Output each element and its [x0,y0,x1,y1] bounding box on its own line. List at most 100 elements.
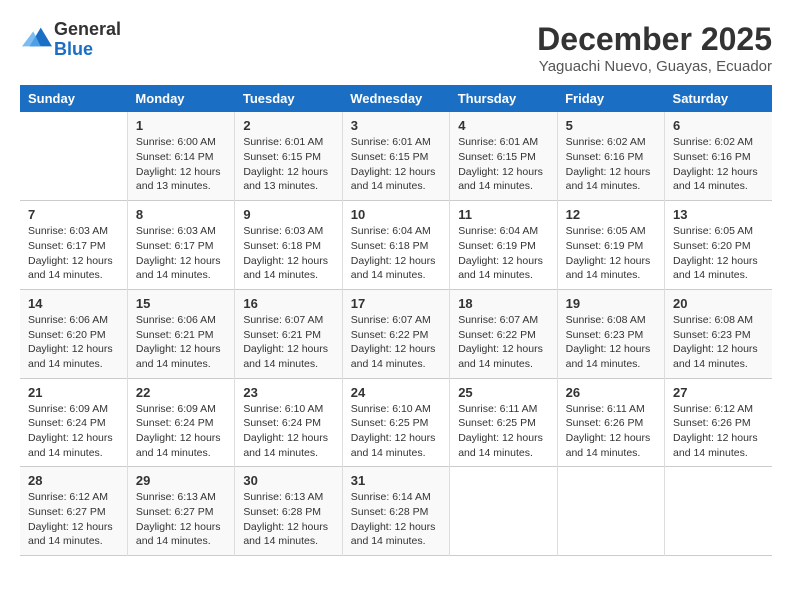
table-row: 10Sunrise: 6:04 AM Sunset: 6:18 PM Dayli… [342,201,449,290]
day-info: Sunrise: 6:05 AM Sunset: 6:20 PM Dayligh… [673,224,764,283]
day-number: 12 [566,207,656,222]
day-number: 21 [28,385,119,400]
day-info: Sunrise: 6:01 AM Sunset: 6:15 PM Dayligh… [351,135,441,194]
table-row: 13 Sunrise: 6:05 AM Sunset: 6:20 PM Dayli… [665,201,772,290]
logo-general-text: General [54,19,121,39]
day-info: Sunrise: 6:10 AM Sunset: 6:25 PM Dayligh… [351,402,441,461]
col-thursday: Thursday [450,85,557,112]
col-saturday: Saturday [665,85,772,112]
day-number: 5 [566,118,656,133]
table-row: 15 Sunrise: 6:06 AM Sunset: 6:21 PM Dayli… [127,289,234,378]
page-header: General Blue December 2025 Yaguachi Nuev… [20,20,772,75]
day-number: 8 [136,207,226,222]
table-row: 30 Sunrise: 6:13 AM Sunset: 6:28 PM Dayli… [235,467,342,556]
day-number: 30 [243,473,333,488]
day-number: 4 [458,118,548,133]
table-row: 9 Sunrise: 6:03 AM Sunset: 6:18 PM Daylig… [235,201,342,290]
day-number: 20 [673,296,764,311]
table-row: 21 Sunrise: 6:09 AM Sunset: 6:24 PM Dayli… [20,378,127,467]
day-number: 15 [136,296,226,311]
table-row: 25 Sunrise: 6:11 AM Sunset: 6:25 PM Dayli… [450,378,557,467]
title-block: December 2025 Yaguachi Nuevo, Guayas, Ec… [537,20,772,75]
day-number: 24 [351,385,441,400]
day-number: 18 [458,296,548,311]
table-row: 4 Sunrise: 6:01 AM Sunset: 6:15 PM Daylig… [450,112,557,200]
day-info: Sunrise: 6:01 AM Sunset: 6:15 PM Dayligh… [458,135,548,194]
table-row: 12 Sunrise: 6:05 AM Sunset: 6:19 PM Dayli… [557,201,664,290]
day-number: 29 [136,473,226,488]
day-info: Sunrise: 6:02 AM Sunset: 6:16 PM Dayligh… [673,135,764,194]
day-info: Sunrise: 6:02 AM Sunset: 6:16 PM Dayligh… [566,135,656,194]
day-info: Sunrise: 6:11 AM Sunset: 6:26 PM Dayligh… [566,402,656,461]
calendar-week-4: 21 Sunrise: 6:09 AM Sunset: 6:24 PM Dayli… [20,378,772,467]
day-info: Sunrise: 6:12 AM Sunset: 6:26 PM Dayligh… [673,402,764,461]
calendar-week-2: 7Sunrise: 6:03 AM Sunset: 6:17 PM Daylig… [20,201,772,290]
day-info: Sunrise: 6:11 AM Sunset: 6:25 PM Dayligh… [458,402,548,461]
calendar-week-5: 28Sunrise: 6:12 AM Sunset: 6:27 PM Dayli… [20,467,772,556]
table-row: 2Sunrise: 6:01 AM Sunset: 6:15 PM Daylig… [235,112,342,200]
table-row: 11Sunrise: 6:04 AM Sunset: 6:19 PM Dayli… [450,201,557,290]
day-info: Sunrise: 6:07 AM Sunset: 6:21 PM Dayligh… [243,313,333,372]
day-info: Sunrise: 6:13 AM Sunset: 6:27 PM Dayligh… [136,490,226,549]
day-number: 2 [243,118,333,133]
day-number: 16 [243,296,333,311]
day-info: Sunrise: 6:07 AM Sunset: 6:22 PM Dayligh… [458,313,548,372]
table-row [20,112,127,200]
table-row: 5 Sunrise: 6:02 AM Sunset: 6:16 PM Daylig… [557,112,664,200]
col-friday: Friday [557,85,664,112]
day-info: Sunrise: 6:00 AM Sunset: 6:14 PM Dayligh… [136,135,226,194]
day-info: Sunrise: 6:03 AM Sunset: 6:17 PM Dayligh… [28,224,119,283]
table-row: 17Sunrise: 6:07 AM Sunset: 6:22 PM Dayli… [342,289,449,378]
day-info: Sunrise: 6:07 AM Sunset: 6:22 PM Dayligh… [351,313,441,372]
table-row: 3 Sunrise: 6:01 AM Sunset: 6:15 PM Daylig… [342,112,449,200]
month-title: December 2025 [537,20,772,58]
day-number: 25 [458,385,548,400]
col-monday: Monday [127,85,234,112]
table-row: 14Sunrise: 6:06 AM Sunset: 6:20 PM Dayli… [20,289,127,378]
day-info: Sunrise: 6:08 AM Sunset: 6:23 PM Dayligh… [566,313,656,372]
day-number: 13 [673,207,764,222]
calendar-table: Sunday Monday Tuesday Wednesday Thursday… [20,85,772,556]
day-number: 14 [28,296,119,311]
table-row [450,467,557,556]
table-row: 6Sunrise: 6:02 AM Sunset: 6:16 PM Daylig… [665,112,772,200]
day-number: 3 [351,118,441,133]
day-number: 22 [136,385,226,400]
day-number: 19 [566,296,656,311]
table-row: 24 Sunrise: 6:10 AM Sunset: 6:25 PM Dayli… [342,378,449,467]
day-info: Sunrise: 6:14 AM Sunset: 6:28 PM Dayligh… [351,490,441,549]
day-info: Sunrise: 6:08 AM Sunset: 6:23 PM Dayligh… [673,313,764,372]
table-row: 28Sunrise: 6:12 AM Sunset: 6:27 PM Dayli… [20,467,127,556]
day-number: 1 [136,118,226,133]
table-row [557,467,664,556]
day-info: Sunrise: 6:04 AM Sunset: 6:19 PM Dayligh… [458,224,548,283]
table-row: 22 Sunrise: 6:09 AM Sunset: 6:24 PM Dayli… [127,378,234,467]
col-tuesday: Tuesday [235,85,342,112]
day-number: 23 [243,385,333,400]
day-number: 31 [351,473,441,488]
day-number: 9 [243,207,333,222]
day-number: 27 [673,385,764,400]
day-info: Sunrise: 6:04 AM Sunset: 6:18 PM Dayligh… [351,224,441,283]
logo-blue-text: Blue [54,39,93,59]
table-row: 19 Sunrise: 6:08 AM Sunset: 6:23 PM Dayli… [557,289,664,378]
table-row: 1 Sunrise: 6:00 AM Sunset: 6:14 PM Daylig… [127,112,234,200]
calendar-week-1: 1 Sunrise: 6:00 AM Sunset: 6:14 PM Daylig… [20,112,772,200]
col-wednesday: Wednesday [342,85,449,112]
table-row: 27 Sunrise: 6:12 AM Sunset: 6:26 PM Dayli… [665,378,772,467]
day-number: 26 [566,385,656,400]
table-row: 23Sunrise: 6:10 AM Sunset: 6:24 PM Dayli… [235,378,342,467]
day-info: Sunrise: 6:09 AM Sunset: 6:24 PM Dayligh… [136,402,226,461]
day-info: Sunrise: 6:05 AM Sunset: 6:19 PM Dayligh… [566,224,656,283]
day-info: Sunrise: 6:06 AM Sunset: 6:21 PM Dayligh… [136,313,226,372]
table-row: 20 Sunrise: 6:08 AM Sunset: 6:23 PM Dayli… [665,289,772,378]
day-info: Sunrise: 6:09 AM Sunset: 6:24 PM Dayligh… [28,402,119,461]
day-number: 28 [28,473,119,488]
col-sunday: Sunday [20,85,127,112]
day-info: Sunrise: 6:13 AM Sunset: 6:28 PM Dayligh… [243,490,333,549]
day-info: Sunrise: 6:03 AM Sunset: 6:17 PM Dayligh… [136,224,226,283]
table-row: 16 Sunrise: 6:07 AM Sunset: 6:21 PM Dayli… [235,289,342,378]
table-row: 26 Sunrise: 6:11 AM Sunset: 6:26 PM Dayli… [557,378,664,467]
day-info: Sunrise: 6:03 AM Sunset: 6:18 PM Dayligh… [243,224,333,283]
table-row: 31 Sunrise: 6:14 AM Sunset: 6:28 PM Dayli… [342,467,449,556]
